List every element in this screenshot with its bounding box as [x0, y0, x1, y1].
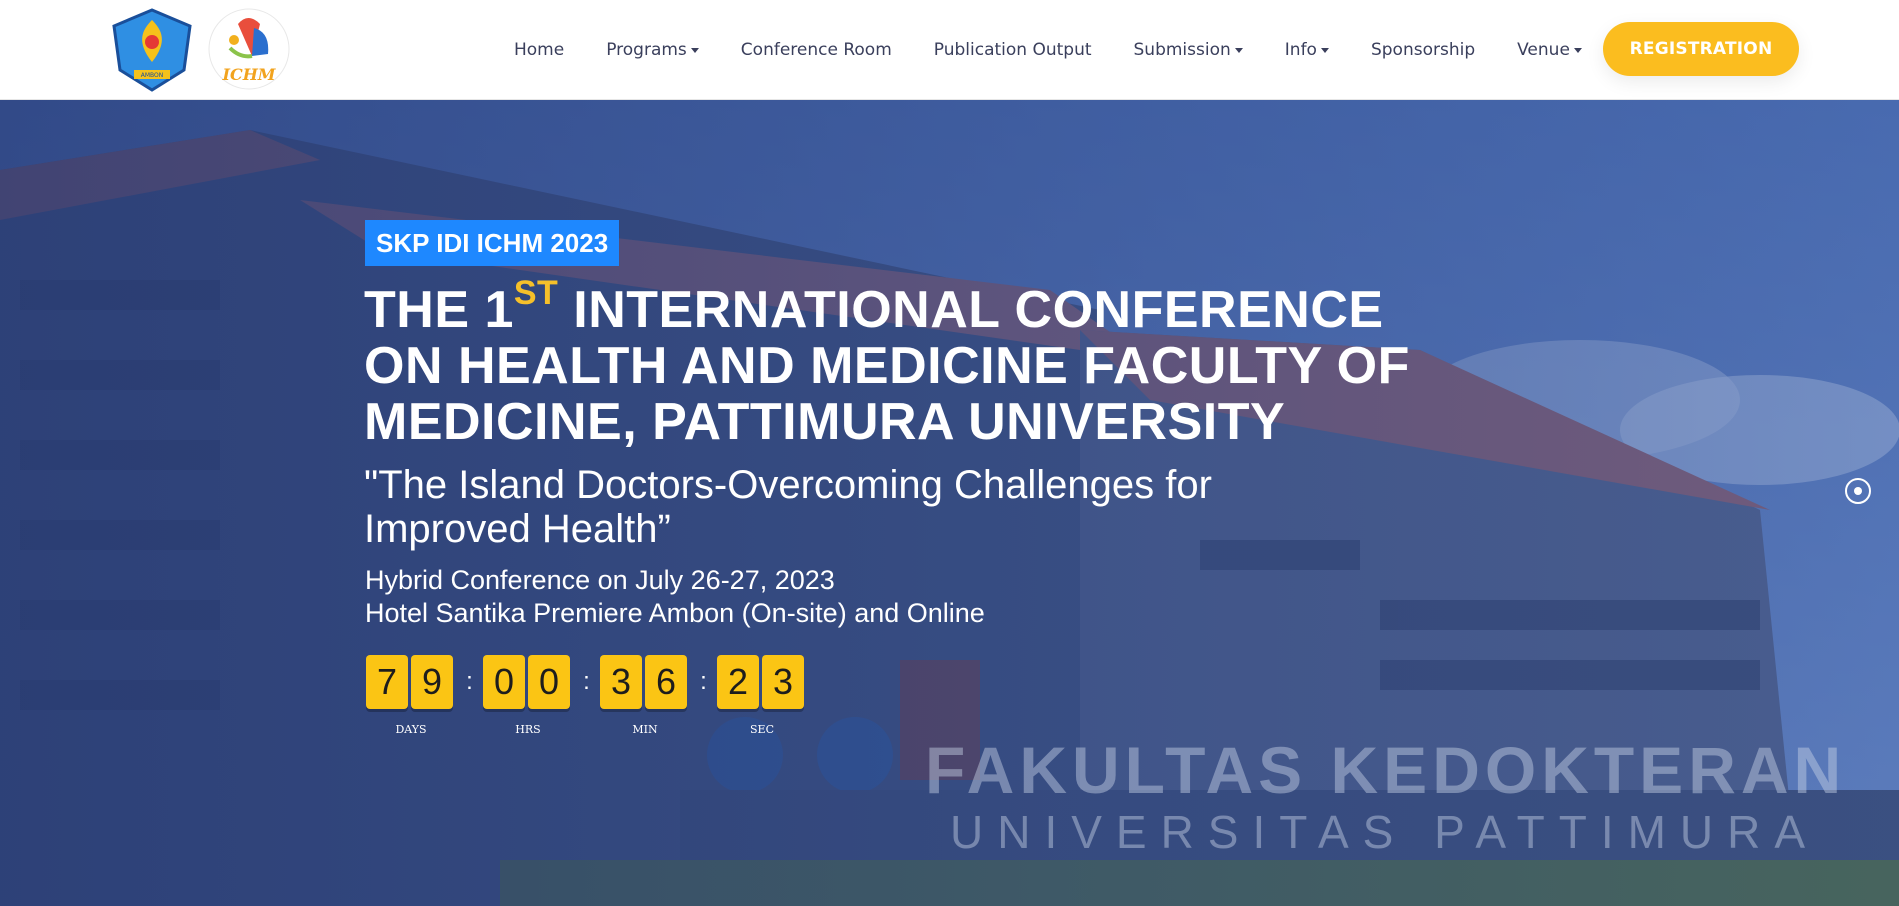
- main-menu: Home Programs Conference Room Publicatio…: [514, 0, 1624, 100]
- countdown-separator: :: [700, 668, 707, 695]
- countdown-digit: 3: [762, 655, 804, 709]
- countdown-timer: 7 9 DAYS : 0 0 HRS : 3 6 MIN : 2 3 SEC: [366, 655, 807, 736]
- conference-title: THE 1ST INTERNATIONAL CONFERENCE ON HEAL…: [364, 276, 1444, 450]
- nav-venue-label: Venue: [1517, 40, 1570, 60]
- registration-button[interactable]: REGISTRATION: [1603, 22, 1799, 76]
- nav-submission[interactable]: Submission: [1134, 40, 1243, 60]
- countdown-hours: 0 0 HRS: [483, 655, 573, 736]
- building-sign-line-2: UNIVERSITAS PATTIMURA: [950, 806, 1820, 858]
- ichm-logo-text: ICHM: [221, 65, 276, 84]
- nav-info-label: Info: [1284, 40, 1317, 60]
- conference-venue: Hotel Santika Premiere Ambon (On-site) a…: [365, 598, 985, 628]
- conference-theme: "The Island Doctors-Overcoming Challenge…: [364, 463, 1212, 551]
- nav-programs[interactable]: Programs: [606, 40, 699, 60]
- university-logo-text: AMBON: [141, 72, 164, 79]
- countdown-days: 7 9 DAYS: [366, 655, 456, 736]
- title-start: THE 1: [364, 281, 514, 339]
- countdown-digit: 3: [600, 655, 642, 709]
- countdown-digit: 7: [366, 655, 408, 709]
- conference-date: Hybrid Conference on July 26-27, 2023: [365, 565, 835, 595]
- nav-conference-room[interactable]: Conference Room: [741, 40, 892, 60]
- caret-down-icon: [1573, 47, 1582, 53]
- countdown-label: MIN: [632, 723, 658, 736]
- nav-publication-output[interactable]: Publication Output: [934, 40, 1092, 60]
- caret-down-icon: [1234, 47, 1243, 53]
- countdown-seconds: 2 3 SEC: [717, 655, 807, 736]
- nav-conference-room-label: Conference Room: [740, 40, 892, 60]
- countdown-digit: 2: [717, 655, 759, 709]
- countdown-label: SEC: [750, 723, 774, 736]
- slider-indicator-dot[interactable]: [1845, 478, 1871, 504]
- ichm-logo[interactable]: ICHM: [208, 6, 290, 92]
- building-sign-line-1: FAKULTAS KEDOKTERAN: [925, 733, 1847, 807]
- countdown-separator: :: [466, 668, 473, 695]
- caret-down-icon: [690, 47, 699, 53]
- countdown-label: HRS: [515, 723, 541, 736]
- caret-down-icon: [1320, 47, 1329, 53]
- countdown-digit: 6: [645, 655, 687, 709]
- title-superscript: ST: [513, 274, 559, 312]
- nav-sponsorship[interactable]: Sponsorship: [1371, 40, 1475, 60]
- nav-programs-label: Programs: [606, 40, 687, 60]
- top-navbar: AMBON ICHM Home Programs Conference Room…: [0, 0, 1899, 100]
- hero-section: FAKULTAS KEDOKTERAN UNIVERSITAS PATTIMUR…: [0, 100, 1899, 906]
- countdown-minutes: 3 6 MIN: [600, 655, 690, 736]
- nav-home[interactable]: Home: [514, 40, 564, 60]
- countdown-digit: 9: [411, 655, 453, 709]
- event-tag-badge: SKP IDI ICHM 2023: [365, 220, 620, 266]
- university-logo[interactable]: AMBON: [110, 8, 194, 92]
- countdown-label: DAYS: [395, 723, 427, 736]
- nav-info[interactable]: Info: [1285, 40, 1329, 60]
- countdown-digit: 0: [528, 655, 570, 709]
- nav-sponsorship-label: Sponsorship: [1370, 40, 1476, 60]
- nav-publication-output-label: Publication Output: [933, 40, 1092, 60]
- nav-submission-label: Submission: [1133, 40, 1231, 60]
- nav-home-label: Home: [514, 40, 565, 60]
- countdown-separator: :: [583, 668, 590, 695]
- countdown-digit: 0: [483, 655, 525, 709]
- nav-venue[interactable]: Venue: [1517, 40, 1582, 60]
